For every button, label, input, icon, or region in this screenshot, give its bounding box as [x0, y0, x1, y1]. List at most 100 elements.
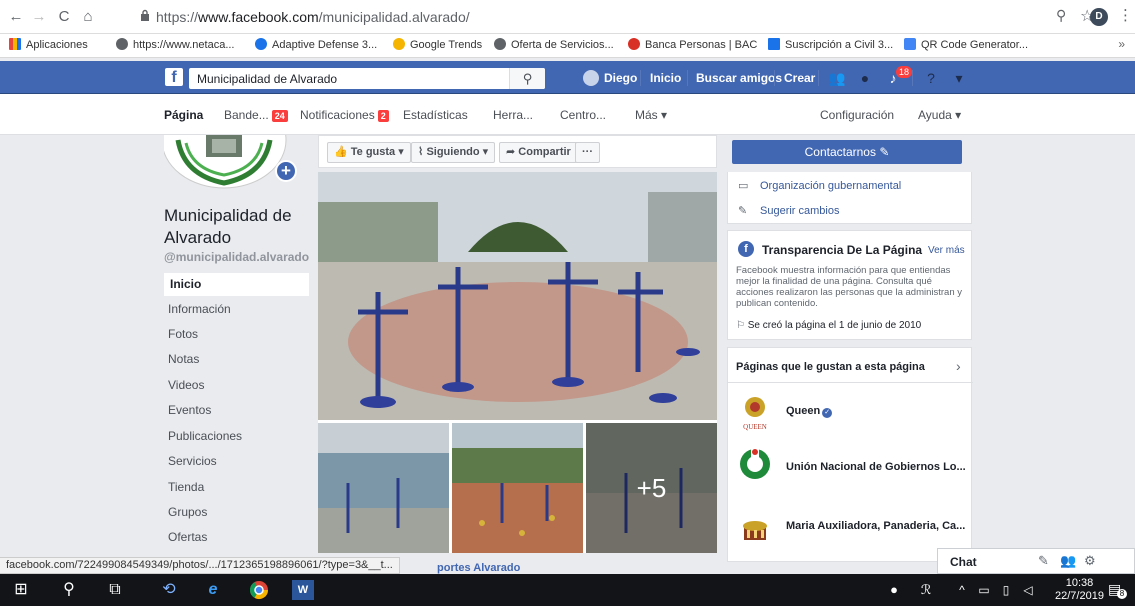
bakery-logo-icon: [743, 521, 767, 540]
bookmark-bac[interactable]: Banca Personas | BAC: [628, 38, 757, 51]
tab-notifications[interactable]: Notificaciones 2: [300, 108, 389, 122]
tab-center[interactable]: Centro...: [560, 108, 606, 122]
photo-thumbnail[interactable]: [318, 423, 449, 553]
gear-icon[interactable]: ⚙: [1084, 553, 1096, 569]
left-nav-shop[interactable]: Tienda: [164, 476, 309, 499]
left-nav-events[interactable]: Eventos: [164, 399, 309, 422]
shield-icon: [255, 38, 267, 50]
tab-page[interactable]: Página: [164, 108, 203, 122]
tab-tools[interactable]: Herra...: [493, 108, 533, 122]
like-button[interactable]: 👍 Te gusta ▾: [327, 142, 411, 163]
left-nav-offers[interactable]: Ofertas: [164, 526, 309, 549]
zoom-icon[interactable]: ⚲: [1056, 7, 1066, 24]
notifications-tab-badge: 2: [377, 110, 389, 122]
battery-icon[interactable]: ▯: [995, 580, 1017, 600]
reload-icon[interactable]: C: [54, 7, 74, 27]
left-nav-info[interactable]: Información: [164, 298, 309, 321]
left-nav-notes[interactable]: Notas: [164, 348, 309, 371]
search-icon[interactable]: ⚲: [58, 580, 80, 600]
page-username[interactable]: @municipalidad.alvarado: [164, 250, 309, 264]
address-bar[interactable]: https://www.facebook.com/municipalidad.a…: [140, 5, 1050, 29]
chevron-right-icon[interactable]: ›: [956, 358, 961, 374]
more-options-button[interactable]: ···: [575, 142, 600, 163]
compose-icon[interactable]: ✎: [1038, 553, 1049, 569]
see-more-link[interactable]: Ver más: [928, 245, 965, 256]
bookmarks-bar: Aplicaciones https://www.netaca... Adapt…: [0, 34, 1135, 58]
more-photos-count: +5: [586, 423, 717, 553]
bookmark-netaca[interactable]: https://www.netaca...: [116, 38, 235, 51]
volume-icon[interactable]: ◁: [1017, 580, 1039, 600]
taskbar-clock[interactable]: 10:38 22/7/2019: [1055, 577, 1104, 603]
search-icon[interactable]: ⚲: [509, 68, 545, 89]
back-icon[interactable]: ←: [6, 7, 26, 27]
forward-icon[interactable]: →: [29, 7, 49, 27]
tab-help[interactable]: Ayuda ▾: [918, 108, 961, 122]
people-icon[interactable]: ℛ: [915, 580, 937, 600]
home-icon[interactable]: ⌂: [78, 7, 98, 27]
user-name-link[interactable]: Diego: [604, 71, 637, 85]
liked-page-item[interactable]: QUEEN Queen ✓: [738, 393, 968, 433]
new-group-icon[interactable]: 👥: [1060, 553, 1076, 569]
bookmark-oferta[interactable]: Oferta de Servicios...: [494, 38, 614, 51]
bookmark-adaptive-defense[interactable]: Adaptive Defense 3...: [255, 38, 377, 51]
task-view-icon[interactable]: ⧉: [104, 580, 126, 600]
word-icon[interactable]: W: [292, 580, 314, 600]
tab-settings[interactable]: Configuración: [820, 108, 894, 122]
facebook-logo-icon[interactable]: f: [165, 68, 183, 86]
action-center-icon[interactable]: ▤ 8: [1108, 581, 1127, 599]
share-button[interactable]: ➦ Compartir: [499, 142, 578, 163]
tray-app-icon[interactable]: ●: [883, 580, 905, 600]
edge-legacy-icon[interactable]: ⟲: [158, 580, 180, 600]
photo-caption[interactable]: portes Alvarado: [437, 562, 520, 574]
add-photo-icon[interactable]: +: [275, 160, 297, 182]
internet-explorer-icon[interactable]: e: [202, 580, 224, 600]
following-button[interactable]: ⌇ Siguiendo ▾: [411, 142, 496, 163]
chevron-down-icon[interactable]: ▾: [950, 69, 968, 87]
status-bar-url: facebook.com/722499084549349/photos/.../…: [0, 557, 400, 574]
help-icon[interactable]: ?: [922, 69, 940, 87]
liked-page-item[interactable]: Maria Auxiliadora, Panaderia, Ca...: [738, 508, 968, 548]
liked-page-item[interactable]: Unión Nacional de Gobiernos Lo...: [738, 446, 968, 490]
left-nav-home[interactable]: Inicio: [164, 273, 309, 296]
contact-us-button[interactable]: Contactarnos ✎: [732, 140, 962, 164]
bookmark-qr[interactable]: QR Code Generator...: [904, 38, 1028, 51]
windows-start-icon[interactable]: ⊞: [10, 580, 32, 600]
bookmarks-overflow-icon[interactable]: »: [1118, 37, 1125, 51]
create-link[interactable]: Crear: [784, 71, 815, 85]
tab-inbox[interactable]: Bande... 24: [224, 108, 288, 122]
left-nav-groups[interactable]: Grupos: [164, 501, 309, 524]
verified-badge-icon: ✓: [822, 408, 833, 418]
friend-requests-icon[interactable]: 👥: [828, 69, 846, 87]
user-avatar[interactable]: [583, 70, 599, 86]
thumbs-up-icon: 👍: [334, 146, 348, 158]
chevron-up-icon[interactable]: ^: [951, 580, 973, 600]
chat-label: Chat: [950, 555, 977, 569]
ungl-logo-icon: [740, 449, 770, 479]
messenger-icon[interactable]: ●: [856, 69, 874, 87]
tab-insights[interactable]: Estadísticas: [403, 108, 468, 122]
facebook-search-input[interactable]: [189, 68, 545, 89]
photo-thumbnail[interactable]: [452, 423, 583, 553]
chat-sidebar-bar[interactable]: Chat ✎ 👥 ⚙: [937, 548, 1135, 574]
category-link[interactable]: ▭ Organización gubernamental: [738, 179, 901, 192]
main-photo[interactable]: [318, 172, 717, 420]
profile-avatar[interactable]: D: [1090, 8, 1108, 26]
menu-icon[interactable]: ⋮: [1118, 6, 1133, 24]
left-nav-videos[interactable]: Videos: [164, 374, 309, 397]
divider: [818, 70, 819, 86]
network-icon[interactable]: ▭: [973, 580, 995, 600]
find-friends-link[interactable]: Buscar amigos: [696, 71, 782, 85]
left-nav-posts[interactable]: Publicaciones: [164, 425, 309, 448]
photo-thumbnail-more[interactable]: +5: [586, 423, 717, 553]
liked-pages-title[interactable]: Páginas que le gustan a esta página: [736, 361, 925, 373]
bookmark-google-trends[interactable]: Google Trends: [393, 38, 482, 51]
home-link[interactable]: Inicio: [650, 71, 681, 85]
suggest-edits-link[interactable]: ✎ Sugerir cambios: [738, 204, 839, 217]
tab-more[interactable]: Más ▾: [635, 108, 667, 122]
chrome-icon[interactable]: [248, 580, 270, 600]
bookmark-civil3d[interactable]: Suscripción a Civil 3...: [768, 38, 893, 51]
url-text: https://www.facebook.com/municipalidad.a…: [156, 9, 470, 25]
left-nav-photos[interactable]: Fotos: [164, 323, 309, 346]
left-nav-services[interactable]: Servicios: [164, 450, 309, 473]
bookmark-apps[interactable]: Aplicaciones: [9, 38, 88, 51]
